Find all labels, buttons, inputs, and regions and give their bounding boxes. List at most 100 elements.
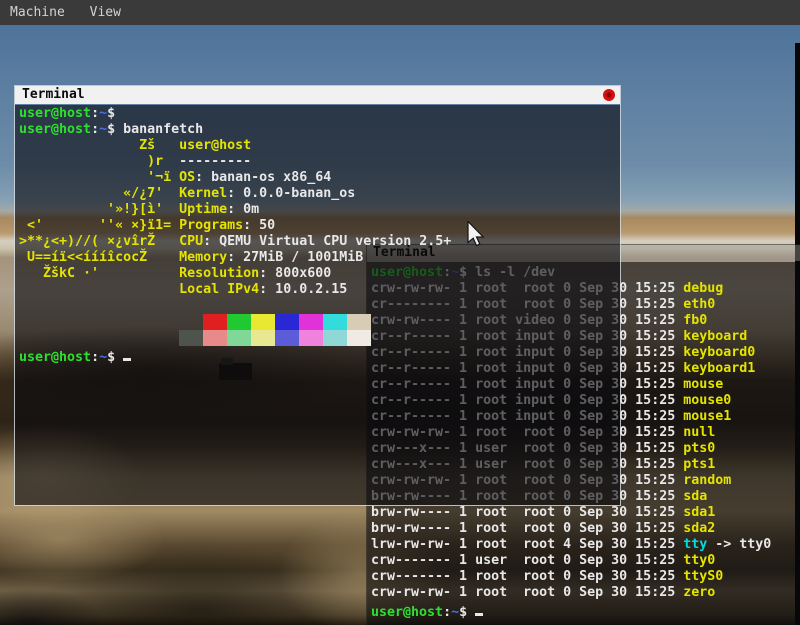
palette-swatch: [323, 314, 347, 330]
terminal-text: ~: [99, 350, 107, 365]
menu-view[interactable]: View: [90, 0, 121, 25]
menu-bar: Machine View: [0, 0, 800, 25]
terminal-line: Local IPv4: 10.0.2.15: [19, 282, 620, 298]
terminal-text: zero: [683, 585, 715, 600]
terminal-text: brw-rw---- 1 root root 0 Sep 30 15:25: [371, 521, 683, 536]
terminal-text: crw------- 1 user root 0 Sep 30 15:25: [371, 553, 683, 568]
terminal-text: : banan-os x86_64: [195, 170, 331, 185]
palette-swatch: [275, 330, 299, 346]
terminal-text: user@host: [371, 605, 443, 620]
terminal-line: crw------- 1 root root 0 Sep 30 15:25 tt…: [371, 569, 800, 585]
terminal-text: -> tty0: [707, 537, 771, 552]
terminal-line: U==íï<<íííîcocŽ Memory: 27MiB / 1001MiB: [19, 250, 620, 266]
terminal-text: sda: [683, 489, 707, 504]
terminal-text: ~: [451, 605, 459, 620]
terminal-text: ~: [99, 106, 107, 121]
terminal-text: : 27MiB / 1001MiB: [227, 250, 363, 265]
terminal-line: )r ---------: [19, 154, 620, 170]
palette-swatch: [251, 314, 275, 330]
terminal-text: :: [91, 122, 99, 137]
mouse-pointer-icon: [467, 221, 485, 248]
close-button[interactable]: [603, 89, 615, 101]
terminal-text: mouse0: [683, 393, 731, 408]
terminal-text: '¬ï: [19, 170, 179, 185]
terminal-text: Local IPv4: [179, 282, 259, 297]
terminal-text: pts1: [683, 457, 715, 472]
terminal-text: pts0: [683, 441, 715, 456]
terminal-line: crw-rw-rw- 1 root root 0 Sep 30 15:25 ze…: [371, 585, 800, 601]
terminal-line: user@host:~$: [19, 346, 620, 362]
terminal-text: tty0: [683, 553, 715, 568]
terminal-text: ŽškC ·': [19, 266, 179, 281]
terminal-line: user@host:~$: [19, 106, 620, 122]
terminal1-content[interactable]: user@host:~$ user@host:~$ bananfetch Zš …: [15, 105, 620, 505]
terminal-line: '¬ï OS: banan-os x86_64: [19, 170, 620, 186]
terminal-text: >**¿<+)//( ×¿vîrŽ: [19, 234, 179, 249]
terminal-line: '»!}[ì' Uptime: 0m: [19, 202, 620, 218]
palette-swatch: [203, 314, 227, 330]
terminal-window-foreground[interactable]: Terminal user@host:~$ user@host:~$ banan…: [14, 85, 621, 506]
terminal-text: sda1: [683, 505, 715, 520]
terminal-text: OS: [179, 170, 195, 185]
terminal-text: user@host: [19, 350, 91, 365]
vm-screen: Terminal user@host:~$ ls -l /devcrw-rw-r…: [0, 0, 800, 625]
terminal-text: Resolution: [179, 266, 259, 281]
terminal-text: $: [107, 350, 123, 365]
terminal-text: : 50: [243, 218, 275, 233]
terminal-text: crw-rw-rw- 1 root root 0 Sep 30 15:25: [371, 585, 683, 600]
palette-swatch: [299, 314, 323, 330]
terminal-text: Programs: [179, 218, 243, 233]
terminal1-title: Terminal: [22, 87, 85, 102]
terminal-text: keyboard: [683, 329, 747, 344]
palette-swatch: [299, 330, 323, 346]
terminal-text: ttyS0: [683, 569, 723, 584]
terminal-text: user@host: [19, 106, 91, 121]
terminal-text: $: [107, 122, 123, 137]
palette-row: [179, 314, 620, 330]
terminal-text: $: [459, 605, 475, 620]
terminal-text: : 0.0.0-banan_os: [227, 186, 355, 201]
terminal-text: ---------: [179, 154, 251, 169]
terminal-text: $: [107, 106, 123, 121]
terminal-text: Zš: [19, 138, 179, 153]
terminal-text: ~: [99, 122, 107, 137]
terminal-line: «/¿7' Kernel: 0.0.0-banan_os: [19, 186, 620, 202]
terminal-text: Memory: [179, 250, 227, 265]
menu-machine[interactable]: Machine: [10, 0, 65, 25]
terminal-text: mouse1: [683, 409, 731, 424]
terminal-line: brw-rw---- 1 root root 0 Sep 30 15:25 sd…: [371, 521, 800, 537]
terminal-text: eth0: [683, 297, 715, 312]
terminal-line: user@host:~$: [371, 601, 800, 617]
palette-row: [179, 330, 620, 346]
terminal1-titlebar[interactable]: Terminal: [15, 86, 620, 104]
terminal-text: :: [91, 350, 99, 365]
terminal-text: : QEMU Virtual CPU version 2.5+: [203, 234, 451, 249]
terminal-text: <' ''« ×}ï1=: [19, 218, 179, 233]
terminal-text: '»!}[ì': [19, 202, 179, 217]
palette-swatch: [347, 330, 371, 346]
palette-swatch: [179, 314, 203, 330]
terminal-text: U==íï<<íííîcocŽ: [19, 250, 179, 265]
terminal-text: user@host: [179, 138, 251, 153]
text-cursor: [123, 346, 131, 361]
text-cursor: [475, 601, 483, 616]
terminal-text: )r: [19, 154, 179, 169]
terminal-text: [19, 282, 179, 297]
terminal-text: user@host: [19, 122, 91, 137]
terminal-text: debug: [683, 281, 723, 296]
terminal-line: crw------- 1 user root 0 Sep 30 15:25 tt…: [371, 553, 800, 569]
terminal-text: bananfetch: [123, 122, 203, 137]
terminal-text: : 800x600: [259, 266, 331, 281]
palette-swatch: [203, 330, 227, 346]
terminal-text: brw-rw---- 1 root root 0 Sep 30 15:25: [371, 505, 683, 520]
terminal-text: keyboard0: [683, 345, 755, 360]
terminal-text: sda2: [683, 521, 715, 536]
terminal-text: Uptime: [179, 202, 227, 217]
terminal-text: : 0m: [227, 202, 259, 217]
terminal-text: null: [683, 425, 715, 440]
palette-swatch: [227, 314, 251, 330]
terminal-text: crw------- 1 root root 0 Sep 30 15:25: [371, 569, 683, 584]
terminal-text: : 10.0.2.15: [259, 282, 347, 297]
terminal-line: user@host:~$ bananfetch: [19, 122, 620, 138]
palette-swatch: [323, 330, 347, 346]
